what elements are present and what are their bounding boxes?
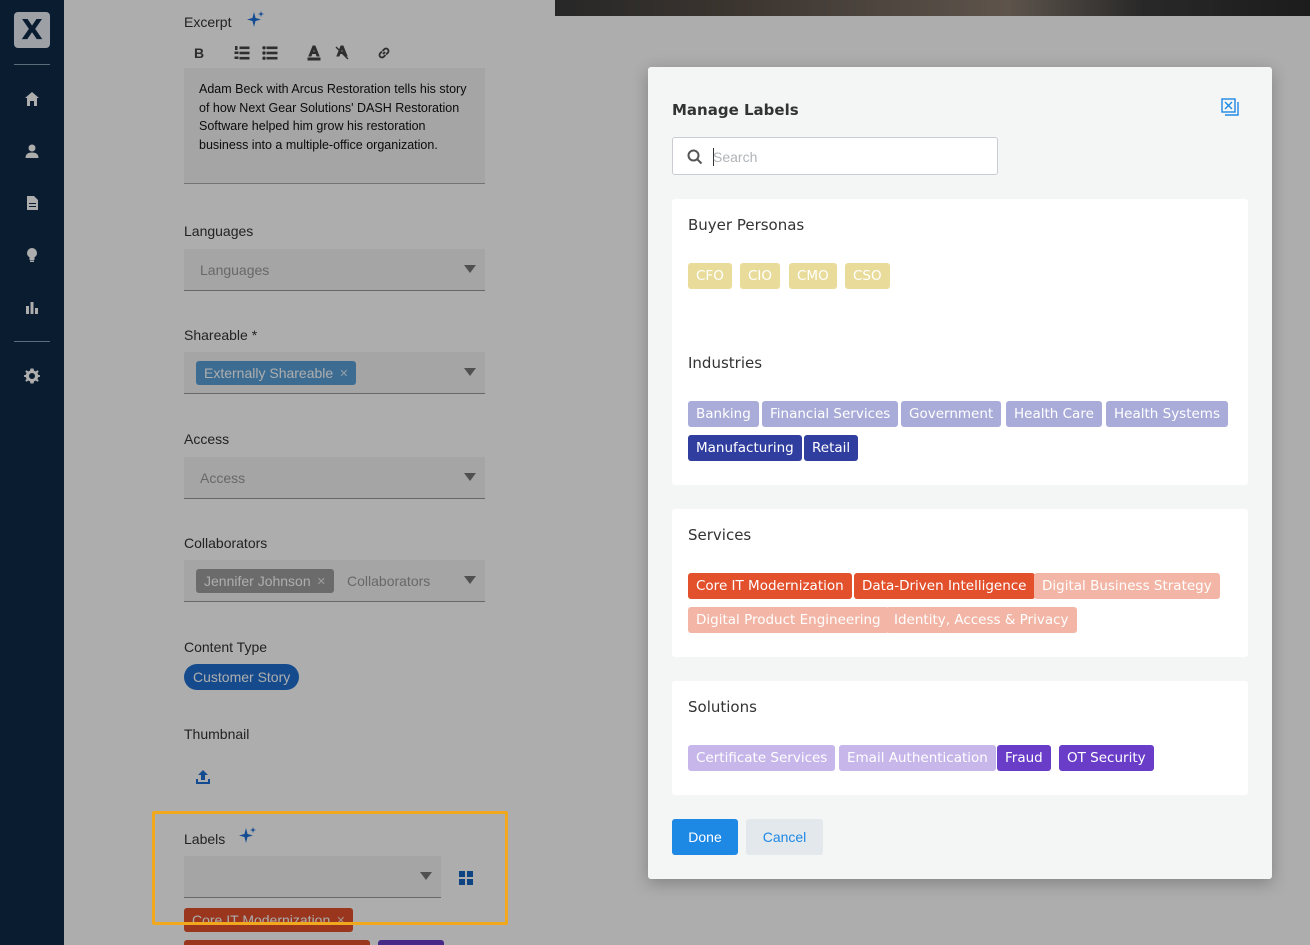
tag-cio[interactable]: CIO — [740, 263, 781, 289]
tag-fraud[interactable]: Fraud — [997, 745, 1051, 771]
tag-digital-business-strategy[interactable]: Digital Business Strategy — [1034, 573, 1220, 599]
group-title: Services — [688, 526, 752, 544]
label-group-solutions: Solutions Certificate Services Email Aut… — [672, 681, 1248, 795]
search-input[interactable] — [713, 147, 983, 167]
tag-digital-product-engineering[interactable]: Digital Product Engineering — [688, 607, 889, 633]
tag-banking[interactable]: Banking — [688, 401, 759, 427]
group-title: Buyer Personas — [688, 216, 805, 234]
done-button[interactable]: Done — [672, 819, 738, 855]
tag-health-care[interactable]: Health Care — [1006, 401, 1102, 427]
label-group-industries: Industries Banking Financial Services Go… — [672, 337, 1248, 485]
highlight-box — [152, 811, 508, 925]
tag-government[interactable]: Government — [901, 401, 1002, 427]
cancel-button[interactable]: Cancel — [746, 819, 823, 855]
group-title: Industries — [688, 354, 763, 372]
modal-title: Manage Labels — [672, 101, 799, 119]
tag-financial-services[interactable]: Financial Services — [762, 401, 899, 427]
tag-ot-security[interactable]: OT Security — [1059, 745, 1154, 771]
tag-health-systems[interactable]: Health Systems — [1106, 401, 1228, 427]
tag-identity-access-privacy[interactable]: Identity, Access & Privacy — [886, 607, 1077, 633]
search-icon — [687, 149, 703, 165]
tag-retail[interactable]: Retail — [804, 435, 859, 461]
tag-certificate-services[interactable]: Certificate Services — [688, 745, 836, 771]
tag-cmo[interactable]: CMO — [789, 263, 837, 289]
tag-data-driven-intelligence[interactable]: Data-Driven Intelligence — [854, 573, 1035, 599]
search-field[interactable] — [672, 137, 998, 175]
manage-labels-modal: Manage Labels Buyer Personas CFO CIO CMO… — [648, 67, 1272, 879]
tag-cso[interactable]: CSO — [845, 263, 890, 289]
label-group-buyer-personas: Buyer Personas CFO CIO CMO CSO — [672, 199, 1248, 341]
tag-core-it-modernization[interactable]: Core IT Modernization — [688, 573, 852, 599]
group-title: Solutions — [688, 698, 757, 716]
tag-email-authentication[interactable]: Email Authentication — [839, 745, 996, 771]
tag-manufacturing[interactable]: Manufacturing — [688, 435, 802, 461]
close-icon[interactable] — [1220, 97, 1240, 117]
label-group-services: Services Core IT Modernization Data-Driv… — [672, 509, 1248, 657]
tag-cfo[interactable]: CFO — [688, 263, 732, 289]
